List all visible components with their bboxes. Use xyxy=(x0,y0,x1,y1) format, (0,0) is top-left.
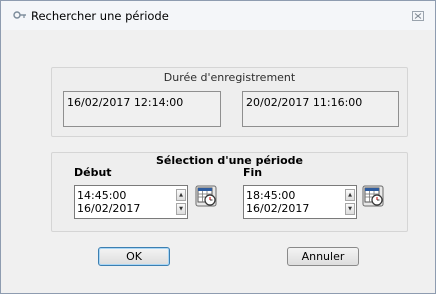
close-button[interactable] xyxy=(407,9,429,23)
start-datetime-input[interactable]: 14:45:00 16/02/2017 ▲ ▼ xyxy=(74,185,188,219)
end-calendar-button[interactable] xyxy=(362,185,384,207)
title-bar[interactable]: Rechercher une période xyxy=(1,1,435,30)
dialog-body: Durée d'enregistrement 16/02/2017 12:14:… xyxy=(9,31,429,281)
start-date-value: 16/02/2017 xyxy=(77,202,141,215)
end-spin-up-button[interactable]: ▲ xyxy=(345,189,355,201)
recording-start-field: 16/02/2017 12:14:00 xyxy=(63,91,221,127)
end-label: Fin xyxy=(243,166,263,179)
close-icon xyxy=(412,11,424,21)
spin-down-icon: ▼ xyxy=(179,205,183,212)
end-time-value: 18:45:00 xyxy=(246,189,296,202)
app-key-icon xyxy=(13,11,26,19)
dialog-window: Rechercher une période Durée d'enregistr… xyxy=(0,0,436,294)
start-spin-up-button[interactable]: ▲ xyxy=(176,189,186,201)
end-date-value: 16/02/2017 xyxy=(246,202,310,215)
spin-down-icon: ▼ xyxy=(348,205,352,212)
window-title: Rechercher une période xyxy=(31,9,169,23)
ok-button[interactable]: OK xyxy=(98,247,170,266)
start-label: Début xyxy=(74,166,112,179)
start-calendar-button[interactable] xyxy=(195,185,217,207)
spin-up-icon: ▲ xyxy=(179,191,183,198)
end-spin-down-button[interactable]: ▼ xyxy=(345,203,355,215)
start-time-value: 14:45:00 xyxy=(77,189,127,202)
cancel-button[interactable]: Annuler xyxy=(287,247,359,266)
period-selection-group: Sélection d'une période Début 14:45:00 1… xyxy=(51,152,408,232)
start-spin-down-button[interactable]: ▼ xyxy=(176,203,186,215)
recording-end-field: 20/02/2017 11:16:00 xyxy=(242,91,399,127)
end-datetime-input[interactable]: 18:45:00 16/02/2017 ▲ ▼ xyxy=(243,185,357,219)
spin-up-icon: ▲ xyxy=(348,191,352,198)
recording-duration-title: Durée d'enregistrement xyxy=(163,71,296,84)
recording-duration-group: Durée d'enregistrement 16/02/2017 12:14:… xyxy=(51,67,408,137)
